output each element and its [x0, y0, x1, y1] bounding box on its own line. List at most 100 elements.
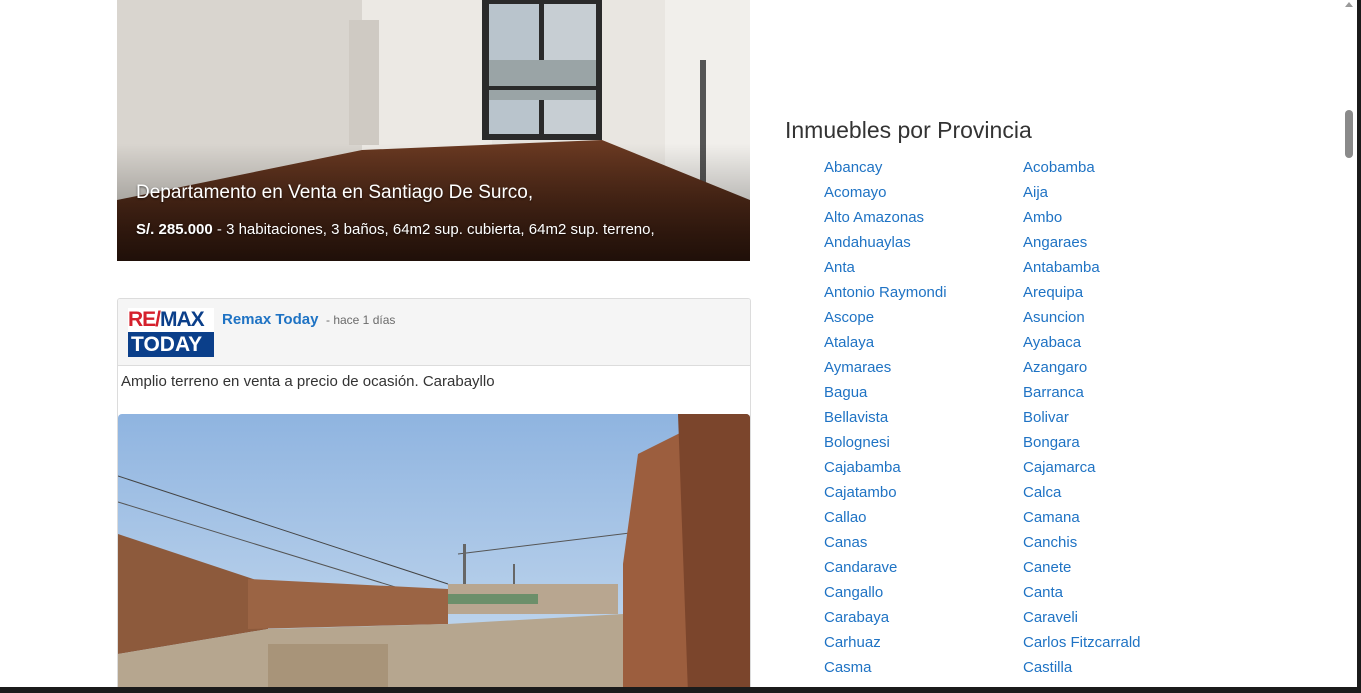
lot-photo — [118, 414, 750, 692]
logo-wordmark: RE/MAX — [128, 309, 214, 331]
province-link[interactable]: Antabamba — [1023, 259, 1100, 276]
province-link[interactable]: Bolivar — [1023, 409, 1069, 426]
province-item: Carlos Fitzcarrald — [1023, 631, 1141, 656]
provinces-heading: Inmuebles por Provincia — [785, 117, 1032, 143]
province-link[interactable]: Antonio Raymondi — [824, 284, 947, 301]
province-link[interactable]: Carlos Fitzcarrald — [1023, 634, 1141, 651]
province-link[interactable]: Castilla — [1023, 659, 1072, 676]
post-photo[interactable] — [118, 414, 750, 692]
province-link[interactable]: Andahuaylas — [824, 234, 911, 251]
province-link[interactable]: Bolognesi — [824, 434, 890, 451]
province-link[interactable]: Bellavista — [824, 409, 888, 426]
province-item: Asuncion — [1023, 306, 1141, 331]
province-item: Canta — [1023, 581, 1141, 606]
province-item: Bolognesi — [824, 431, 947, 456]
province-link[interactable]: Azangaro — [1023, 359, 1087, 376]
logo-text-a: RE/ — [128, 308, 161, 331]
province-item: Azangaro — [1023, 356, 1141, 381]
province-item: Arequipa — [1023, 281, 1141, 306]
province-item: Antabamba — [1023, 256, 1141, 281]
province-item: Casma — [824, 656, 947, 681]
province-link[interactable]: Cajatambo — [824, 484, 897, 501]
listing-details: - 3 habitaciones, 3 baños, 64m2 sup. cub… — [212, 221, 655, 238]
province-link[interactable]: Callao — [824, 509, 867, 526]
listing-title[interactable]: Departamento en Venta en Santiago De Sur… — [136, 182, 533, 204]
province-link[interactable]: Carhuaz — [824, 634, 881, 651]
province-item: Canas — [824, 531, 947, 556]
listing-summary: S/. 285.000 - 3 habitaciones, 3 baños, 6… — [136, 221, 655, 238]
province-item: Acomayo — [824, 181, 947, 206]
province-link[interactable]: Barranca — [1023, 384, 1084, 401]
province-link[interactable]: Arequipa — [1023, 284, 1083, 301]
province-item: Callao — [824, 506, 947, 531]
province-link[interactable]: Ascope — [824, 309, 874, 326]
province-link[interactable]: Cajabamba — [824, 459, 901, 476]
province-item: Ayabaca — [1023, 331, 1141, 356]
province-link[interactable]: Cangallo — [824, 584, 883, 601]
province-link[interactable]: Alto Amazonas — [824, 209, 924, 226]
province-link[interactable]: Canta — [1023, 584, 1063, 601]
province-item: Candarave — [824, 556, 947, 581]
province-item: Acobamba — [1023, 156, 1141, 181]
listing-price: S/. 285.000 — [136, 221, 213, 238]
province-link[interactable]: Acomayo — [824, 184, 887, 201]
post-time: - hace 1 días — [326, 313, 396, 327]
province-item: Calca — [1023, 481, 1141, 506]
post-author-link[interactable]: Remax Today — [222, 311, 318, 328]
province-item: Canete — [1023, 556, 1141, 581]
province-link[interactable]: Anta — [824, 259, 855, 276]
logo-today-bar: TODAY — [128, 332, 214, 357]
province-link[interactable]: Candarave — [824, 559, 897, 576]
province-item: Angaraes — [1023, 231, 1141, 256]
province-item: Atalaya — [824, 331, 947, 356]
province-item: Bolivar — [1023, 406, 1141, 431]
listing-card[interactable]: Departamento en Venta en Santiago De Sur… — [117, 0, 750, 261]
window-edge-bottom — [0, 687, 1361, 693]
post-text: Amplio terreno en venta a precio de ocas… — [121, 373, 495, 390]
province-link[interactable]: Caraveli — [1023, 609, 1078, 626]
post-header: RE/MAX TODAY Remax Today - hace 1 días — [118, 299, 750, 366]
province-link[interactable]: Ambo — [1023, 209, 1062, 226]
province-item: Anta — [824, 256, 947, 281]
province-link[interactable]: Canchis — [1023, 534, 1077, 551]
province-item: Ambo — [1023, 206, 1141, 231]
province-item: Cajamarca — [1023, 456, 1141, 481]
province-link[interactable]: Carabaya — [824, 609, 889, 626]
province-item: Bongara — [1023, 431, 1141, 456]
province-item: Antonio Raymondi — [824, 281, 947, 306]
provinces-list-left: Abancay Acomayo Alto Amazonas Andahuaylas An… — [824, 156, 947, 681]
province-link[interactable]: Canete — [1023, 559, 1071, 576]
page: Departamento en Venta en Santiago De Sur… — [0, 0, 1361, 693]
province-link[interactable]: Canas — [824, 534, 867, 551]
scrollbar-thumb[interactable] — [1345, 110, 1353, 158]
vertical-scrollbar[interactable] — [1341, 0, 1357, 687]
province-link[interactable]: Aymaraes — [824, 359, 891, 376]
province-item: Castilla — [1023, 656, 1141, 681]
province-item: Canchis — [1023, 531, 1141, 556]
province-link[interactable]: Acobamba — [1023, 159, 1095, 176]
province-link[interactable]: Ayabaca — [1023, 334, 1081, 351]
scroll-up-arrow-icon[interactable] — [1345, 2, 1353, 7]
province-link[interactable]: Atalaya — [824, 334, 874, 351]
province-item: Bellavista — [824, 406, 947, 431]
province-link[interactable]: Angaraes — [1023, 234, 1087, 251]
province-link[interactable]: Asuncion — [1023, 309, 1085, 326]
province-link[interactable]: Calca — [1023, 484, 1061, 501]
province-item: Caraveli — [1023, 606, 1141, 631]
provinces-list-right: Acobamba Aija Ambo Angaraes Antabamba Arequip… — [1023, 156, 1141, 681]
province-item: Carhuaz — [824, 631, 947, 656]
province-link[interactable]: Camana — [1023, 509, 1080, 526]
remax-today-logo[interactable]: RE/MAX TODAY — [128, 308, 214, 357]
province-item: Andahuaylas — [824, 231, 947, 256]
province-link[interactable]: Cajamarca — [1023, 459, 1096, 476]
logo-text-b: MAX — [160, 308, 205, 331]
province-link[interactable]: Aija — [1023, 184, 1048, 201]
province-link[interactable]: Bagua — [824, 384, 867, 401]
window-edge-right — [1357, 0, 1361, 693]
province-item: Alto Amazonas — [824, 206, 947, 231]
province-link[interactable]: Casma — [824, 659, 872, 676]
province-item: Cajatambo — [824, 481, 947, 506]
province-link[interactable]: Abancay — [824, 159, 882, 176]
province-item: Ascope — [824, 306, 947, 331]
province-link[interactable]: Bongara — [1023, 434, 1080, 451]
